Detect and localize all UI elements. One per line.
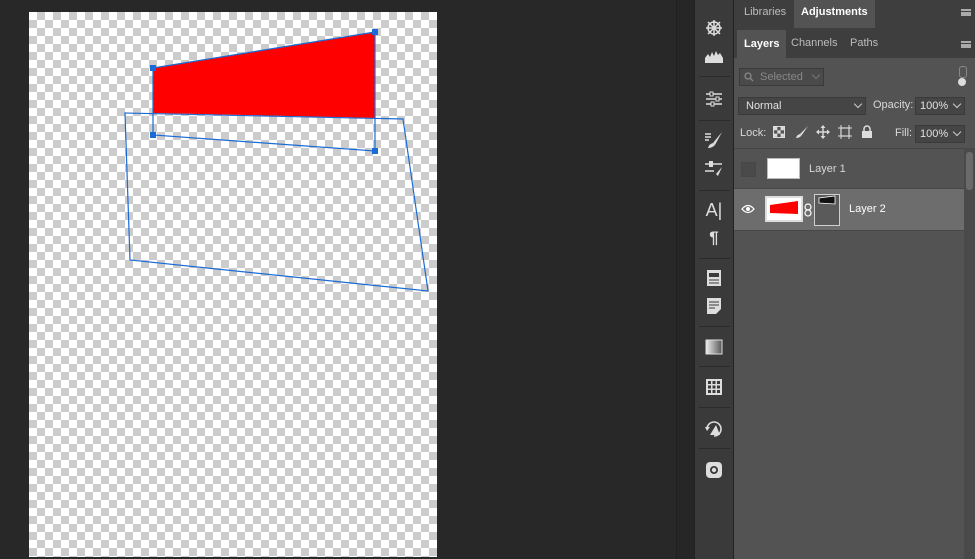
opacity-field[interactable]: 100% (915, 97, 965, 115)
chevron-down-icon (811, 70, 821, 80)
3d-axis-icon[interactable] (703, 17, 725, 39)
eye-icon[interactable] (741, 204, 755, 214)
blend-mode-value: Normal (746, 100, 782, 112)
layer-row-layer-1[interactable]: Layer 1 (734, 149, 964, 189)
layer-name: Layer 1 (809, 163, 846, 175)
adjustments-sliders-icon[interactable] (703, 88, 725, 110)
filter-toggle[interactable] (959, 66, 967, 78)
instagram-icon[interactable] (703, 459, 725, 481)
transform-handle-bottom-left[interactable] (150, 132, 156, 138)
swatches-icon[interactable] (703, 376, 725, 398)
transform-handle-top-right[interactable] (372, 29, 378, 35)
tab-paths[interactable]: Paths (843, 30, 885, 58)
lock-transparent-pixels-icon[interactable] (773, 126, 785, 138)
transform-handle-top-left[interactable] (150, 65, 156, 71)
top-panel-tabs: Libraries Adjustments (734, 0, 975, 28)
properties-icon[interactable] (703, 267, 725, 289)
histogram-icon[interactable] (703, 45, 725, 67)
layer-name: Layer 2 (849, 203, 886, 215)
transform-handle-bottom-right[interactable] (372, 148, 378, 154)
red-shape[interactable] (153, 32, 375, 118)
filter-toggle-knob (958, 78, 966, 86)
lock-position-icon[interactable] (816, 125, 830, 139)
perspective-transform-box[interactable] (124, 112, 429, 292)
tab-adjustments[interactable]: Adjustments (794, 0, 875, 28)
character-icon[interactable]: A| (703, 199, 725, 221)
fill-label: Fill: (895, 127, 913, 139)
vector-mask-thumbnail (814, 194, 840, 226)
notes-icon[interactable] (703, 295, 725, 317)
panel-menu-icon[interactable] (961, 9, 971, 16)
chevron-down-icon (952, 127, 962, 137)
document-workspace (0, 0, 676, 559)
chain-link-icon[interactable] (804, 203, 812, 217)
fill-value: 100% (920, 128, 949, 140)
opacity-value: 100% (920, 100, 949, 112)
paragraph-icon[interactable]: ¶ (703, 227, 725, 249)
layers-panel-menu-icon[interactable] (961, 41, 971, 48)
lock-image-pixels-icon[interactable] (795, 125, 809, 139)
layer-filter-select[interactable]: Selected (739, 68, 824, 86)
layer-row-layer-2[interactable]: Layer 2 (734, 189, 964, 231)
visibility-toggle[interactable] (741, 162, 756, 177)
layers-scrollbar-thumb[interactable] (966, 152, 973, 190)
search-icon (744, 72, 754, 82)
collapsed-panel-strip: A| ¶ (694, 0, 734, 559)
lock-all-icon[interactable] (861, 125, 873, 139)
tab-channels[interactable]: Channels (784, 30, 844, 58)
layer-thumbnail (765, 196, 803, 222)
layer-filter-value: Selected (760, 71, 803, 83)
tab-libraries[interactable]: Libraries (737, 0, 793, 28)
layers-scrollbar[interactable] (964, 148, 975, 559)
chevron-down-icon (853, 99, 863, 109)
opacity-label: Opacity: (873, 99, 914, 111)
lock-artboard-icon[interactable] (838, 125, 852, 139)
tool-presets-icon[interactable] (703, 158, 725, 180)
layer-thumbnail (767, 158, 800, 179)
layers-panel-tabs: Layers Channels Paths (734, 30, 975, 60)
brush-settings-icon[interactable] (703, 129, 725, 151)
canvas-overlay (124, 29, 429, 292)
right-panel-dock: Libraries Adjustments Layers Channels Pa… (734, 0, 975, 559)
panel-gutter (676, 0, 695, 559)
history-icon[interactable] (703, 418, 725, 440)
gradient-icon[interactable] (703, 336, 725, 358)
chevron-down-icon (952, 99, 962, 109)
fill-field[interactable]: 100% (915, 125, 965, 143)
tab-layers[interactable]: Layers (737, 30, 787, 60)
blend-mode-select[interactable]: Normal (738, 97, 866, 115)
lock-label: Lock: (740, 127, 767, 139)
